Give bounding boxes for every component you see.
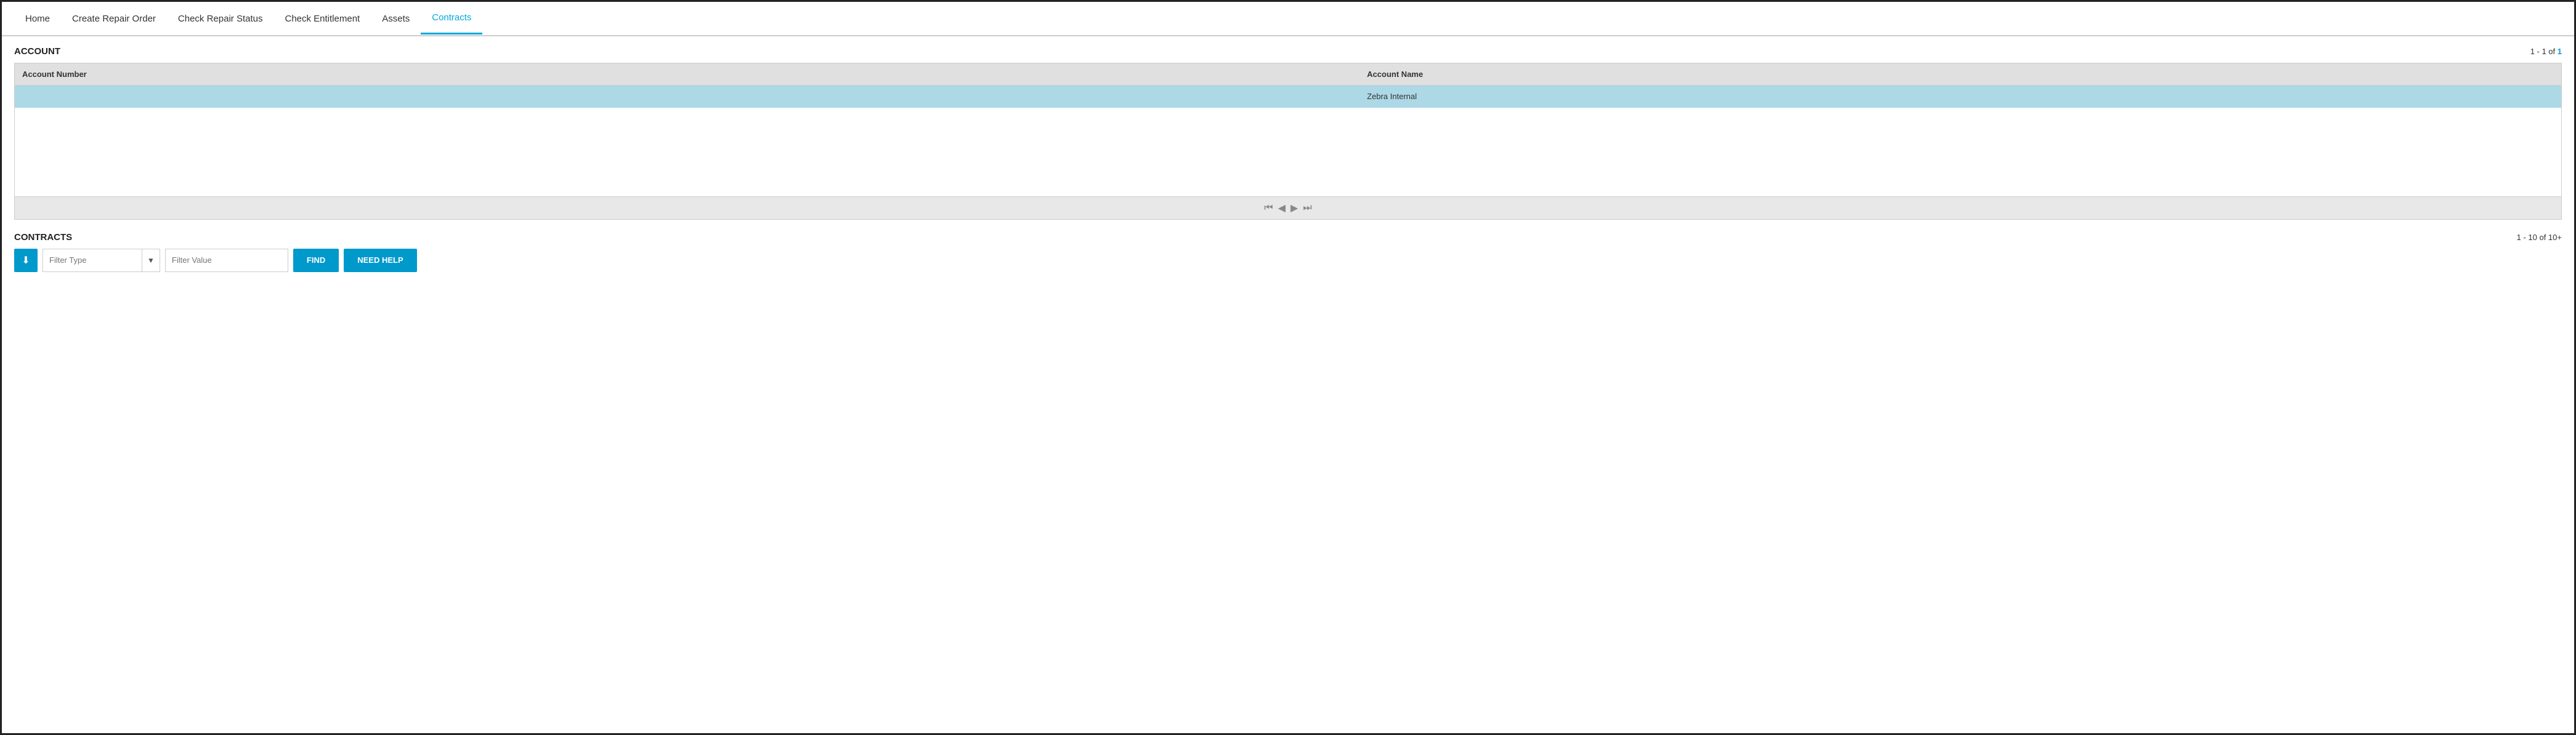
nav-create-repair-order[interactable]: Create Repair Order <box>61 4 167 34</box>
nav-check-entitlement[interactable]: Check Entitlement <box>273 4 371 34</box>
nav-assets[interactable]: Assets <box>371 4 421 34</box>
contracts-pagination: 1 - 10 of 10+ <box>2517 233 2562 242</box>
prev-page-button[interactable]: ◀ <box>1278 202 1286 214</box>
table-row[interactable]: Zebra Internal <box>15 86 2561 108</box>
nav-contracts[interactable]: Contracts <box>421 2 482 34</box>
main-content: ACCOUNT 1 - 1 of 1 Account Number Accoun… <box>2 36 2574 282</box>
download-icon: ⬇ <box>22 254 30 267</box>
account-pagination: 1 - 1 of 1 <box>2530 47 2562 56</box>
account-table-container: Account Number Account Name Zebra Intern… <box>14 63 2562 220</box>
nav-check-repair-status[interactable]: Check Repair Status <box>167 4 274 34</box>
table-row-empty-3 <box>15 152 2561 174</box>
first-page-button[interactable]: ⏮ <box>1264 203 1273 214</box>
nav-home[interactable]: Home <box>14 4 61 34</box>
account-name-cell: Zebra Internal <box>1359 86 2561 108</box>
account-section-title: ACCOUNT <box>14 46 60 57</box>
filter-type-dropdown-arrow[interactable]: ▼ <box>142 249 160 271</box>
last-page-button[interactable]: ⏭ <box>1303 203 1311 214</box>
account-number-header: Account Number <box>15 63 1359 86</box>
contracts-toolbar: ⬇ ▼ FIND NEED HELP <box>14 249 2562 272</box>
account-name-header: Account Name <box>1359 63 2561 86</box>
account-table-footer: ⏮ ◀ ▶ ⏭ <box>15 196 2561 219</box>
account-table-header-row: Account Number Account Name <box>15 63 2561 86</box>
need-help-button[interactable]: NEED HELP <box>344 249 416 272</box>
account-section-header: ACCOUNT 1 - 1 of 1 <box>14 46 2562 57</box>
table-row-empty-2 <box>15 130 2561 152</box>
download-button[interactable]: ⬇ <box>14 249 38 272</box>
account-number-cell <box>15 86 1359 108</box>
filter-type-container: ▼ <box>43 249 160 272</box>
contracts-section-header: CONTRACTS 1 - 10 of 10+ <box>14 232 2562 243</box>
table-row-empty-4 <box>15 174 2561 196</box>
filter-type-input[interactable] <box>43 249 142 271</box>
table-row-empty-1 <box>15 108 2561 130</box>
find-button[interactable]: FIND <box>293 249 339 272</box>
next-page-button[interactable]: ▶ <box>1290 202 1298 214</box>
filter-value-input[interactable] <box>165 249 288 272</box>
account-pagination-controls: ⏮ ◀ ▶ ⏭ <box>1264 202 1311 214</box>
account-table: Account Number Account Name Zebra Intern… <box>15 63 2561 196</box>
top-navigation: Home Create Repair Order Check Repair St… <box>2 2 2574 36</box>
contracts-section-title: CONTRACTS <box>14 232 72 243</box>
